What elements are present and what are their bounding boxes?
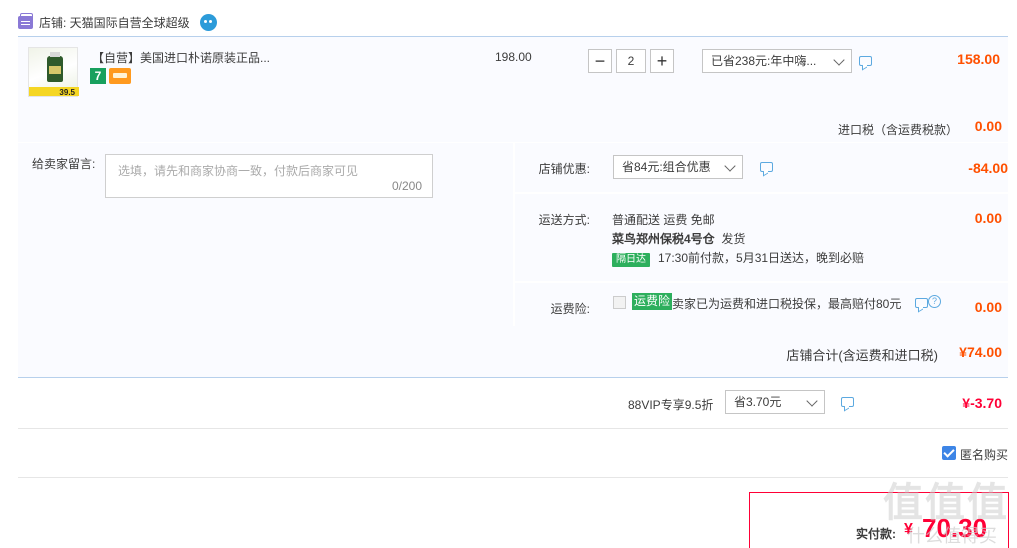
- shipping-method: 普通配送 运费 免邮: [612, 213, 715, 227]
- chat-seller-icon[interactable]: [199, 13, 217, 31]
- shop-discount-value: 省84元:组合优惠: [622, 160, 711, 174]
- subtotal-label: 店铺合计(含运费和进口税): [786, 348, 938, 363]
- order-options: 店铺优惠: 省84元:组合优惠 -84.00 运送方式: 普通配送 运费 免邮 …: [515, 143, 1008, 326]
- quantity-input[interactable]: 2: [616, 49, 646, 73]
- chevron-down-icon: [806, 395, 818, 407]
- shipping-warehouse: 菜鸟郑州保税4号仓 发货: [612, 230, 745, 247]
- shipping-label: 运送方式:: [538, 213, 590, 227]
- seller-message-input[interactable]: 选填，请先和商家协商一致，付款后商家可见 0/200: [105, 154, 433, 198]
- delivery-promise: 隔日达 17:30前付款，5月31日送达，晚到必赔: [612, 249, 864, 267]
- shipping-amount: 0.00: [974, 210, 1002, 226]
- dispatch-label: 发货: [721, 232, 746, 246]
- shop-subtotal: 店铺合计(含运费和进口税) ¥74.00: [18, 326, 1008, 378]
- product-thumbnail[interactable]: 39.5: [28, 47, 79, 97]
- decrease-quantity-button[interactable]: −: [588, 49, 612, 73]
- thumbnail-price: 39.5: [59, 88, 75, 97]
- vip-discount-value: 省3.70元: [734, 395, 782, 409]
- credit-card-icon: [109, 68, 131, 84]
- shop-discount-label: 店铺优惠:: [538, 162, 590, 176]
- comment-icon[interactable]: [841, 397, 854, 407]
- chevron-down-icon: [833, 54, 845, 66]
- item-promo-value: 已省238元:年中嗨...: [711, 54, 817, 68]
- insurance-amount: 0.00: [974, 299, 1002, 315]
- shop-discount-row: 店铺优惠: 省84元:组合优惠 -84.00: [515, 143, 1008, 192]
- help-icon[interactable]: ?: [928, 295, 941, 308]
- anonymous-checkbox[interactable]: [942, 446, 956, 460]
- insurance-text: 卖家已为运费和进口税投保，最高赔付80元: [672, 297, 902, 311]
- vip-discount-row: 88VIP专享9.5折 省3.70元 ¥-3.70: [18, 379, 1008, 429]
- product-title[interactable]: 【自营】美国进口朴诺原装正品...: [92, 49, 270, 66]
- seller-message-placeholder: 选填，请先和商家协商一致，付款后商家可见: [118, 164, 359, 178]
- seller-message-label: 给卖家留言:: [32, 157, 96, 171]
- item-price: 158.00: [957, 51, 1000, 67]
- shipping-row: 运送方式: 普通配送 运费 免邮 菜鸟郑州保税4号仓 发货 隔日达 17:30前付…: [515, 194, 1008, 281]
- comment-icon[interactable]: [760, 162, 773, 172]
- insurance-checkbox: [613, 296, 626, 309]
- shop-header: 店铺: 天猫国际自营全球超级: [18, 12, 217, 32]
- insurance-tag: 运费险: [632, 293, 673, 310]
- vip-discount-amount: ¥-3.70: [962, 395, 1002, 411]
- payment-summary: 实付款: ¥ 70.30: [749, 492, 1009, 548]
- next-day-badge: 隔日达: [612, 253, 650, 267]
- warehouse-name: 菜鸟郑州保税4号仓: [612, 232, 715, 246]
- seven-day-return-badge: 7: [90, 68, 106, 84]
- comment-icon[interactable]: [915, 298, 928, 308]
- delivery-promise-text: 17:30前付款，5月31日送达，晚到必赔: [658, 251, 865, 265]
- item-promo-select[interactable]: 已省238元:年中嗨...: [702, 49, 852, 73]
- chevron-down-icon: [724, 160, 736, 172]
- quantity-stepper: − 2 +: [588, 49, 674, 73]
- anonymous-row: 匿名购买: [18, 430, 1008, 478]
- vip-discount-select[interactable]: 省3.70元: [725, 390, 825, 414]
- payment-label: 实付款:: [856, 527, 896, 541]
- increase-quantity-button[interactable]: +: [650, 49, 674, 73]
- character-count: 0/200: [391, 179, 422, 193]
- order-details: 给卖家留言: 选填，请先和商家协商一致，付款后商家可见 0/200 店铺优惠: …: [18, 143, 1008, 326]
- import-tax-label: 进口税（含运费税款）: [837, 123, 958, 137]
- shop-icon: [18, 12, 33, 29]
- currency-symbol: ¥: [904, 521, 913, 538]
- import-tax-value: 0.00: [974, 118, 1002, 134]
- insurance-label: 运费险:: [550, 302, 590, 316]
- comment-icon[interactable]: [859, 56, 872, 66]
- shop-discount-select[interactable]: 省84元:组合优惠: [613, 155, 743, 179]
- subtotal-value: ¥74.00: [959, 344, 1002, 360]
- seller-message-panel: 给卖家留言: 选填，请先和商家协商一致，付款后商家可见 0/200: [18, 143, 513, 326]
- vip-discount-label: 88VIP专享9.5折: [628, 398, 714, 412]
- shop-discount-amount: -84.00: [968, 160, 1008, 176]
- unit-price: 198.00: [495, 50, 532, 64]
- anonymous-label[interactable]: 匿名购买: [960, 446, 1008, 463]
- order-item: 39.5 【自营】美国进口朴诺原装正品... 7 198.00 − 2 + 已省…: [18, 36, 1008, 142]
- shop-name[interactable]: 店铺: 天猫国际自营全球超级: [39, 14, 190, 31]
- insurance-row: 运费险: 运费险 卖家已为运费和进口税投保，最高赔付80元 ? 0.00: [515, 283, 1008, 326]
- bottle-image: [47, 52, 63, 82]
- payment-total: 70.30: [922, 513, 988, 543]
